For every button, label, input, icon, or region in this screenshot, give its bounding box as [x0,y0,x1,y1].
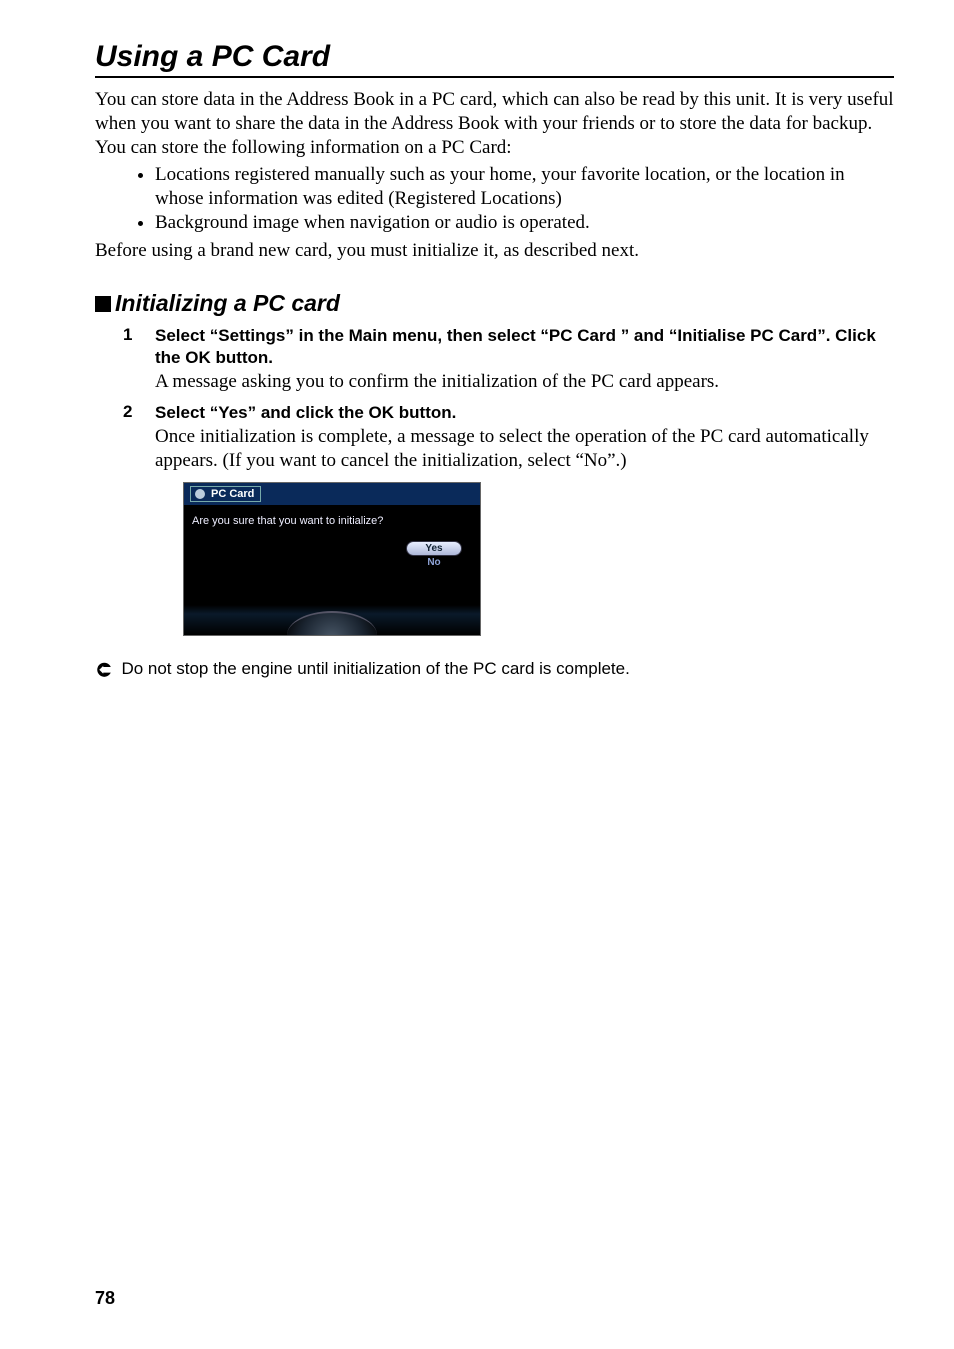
step-description: A message asking you to confirm the init… [155,370,894,394]
dialog-prompt-text: Are you sure that you want to initialize… [192,515,472,527]
page-title: Using a PC Card [95,40,894,78]
step-title: Select “Yes” and click the OK button. [155,402,894,423]
note: ➲ Do not stop the engine until initializ… [95,658,894,680]
list-item: Background image when navigation or audi… [155,211,894,235]
section-heading: Initializing a PC card [95,290,894,317]
dialog-body: Are you sure that you want to initialize… [184,505,480,605]
step-number: 1 [123,325,155,393]
gear-decoration-icon [287,611,377,635]
dialog-titlebar: PC Card [184,483,480,505]
intro-paragraph-2: You can store the following information … [95,136,894,160]
screenshot-figure: PC Card Are you sure that you want to in… [183,482,481,636]
square-bullet-icon [95,296,111,312]
step-title: Select “Settings” in the Main menu, then… [155,325,894,368]
intro-bullet-list: Locations registered manually such as yo… [155,163,894,234]
steps-list: 1 Select “Settings” in the Main menu, th… [123,325,894,636]
note-text: Do not stop the engine until initializat… [121,659,629,679]
intro-paragraph-3: Before using a brand new card, you must … [95,239,894,263]
step-item: 1 Select “Settings” in the Main menu, th… [123,325,894,393]
yes-button[interactable]: Yes [406,541,462,556]
no-button[interactable]: No [406,557,462,568]
step-description: Once initialization is complete, a messa… [155,425,894,473]
step-item: 2 Select “Yes” and click the OK button. … [123,402,894,473]
intro-paragraph-1: You can store data in the Address Book i… [95,88,894,136]
dialog-title-text: PC Card [211,488,254,500]
list-item: Locations registered manually such as yo… [155,163,894,211]
step-number: 2 [123,402,155,473]
page-number: 78 [95,1288,115,1309]
dialog-footer-decoration [184,605,480,635]
section-title-text: Initializing a PC card [115,290,340,317]
note-arrow-icon: ➲ [95,658,113,680]
gear-icon [195,489,205,499]
